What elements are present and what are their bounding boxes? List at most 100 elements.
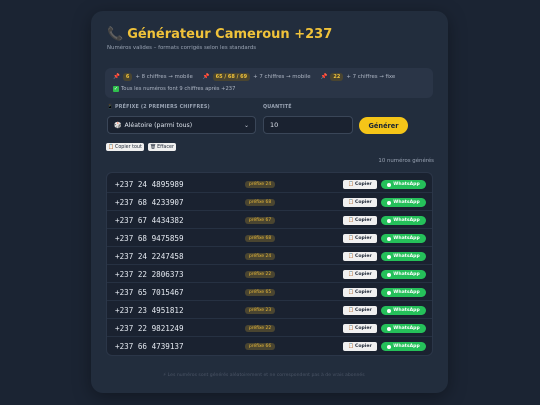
pin-icon: 📌 xyxy=(202,74,210,80)
phone-number: +237 22 2806373 xyxy=(115,270,184,279)
prefix-badge: préfixe 66 xyxy=(245,343,276,350)
whatsapp-icon xyxy=(387,200,392,205)
prefix-badge: préfixe 24 xyxy=(245,181,276,188)
phone-number: +237 65 7015467 xyxy=(115,288,184,297)
page-title: 📞 Générateur Cameroun +237 xyxy=(107,27,333,42)
copy-button[interactable]: 📋 Copier xyxy=(343,252,377,261)
clipboard-icon: 📋 xyxy=(108,144,114,150)
whatsapp-icon xyxy=(387,218,392,223)
prefix-badge: préfixe 22 xyxy=(245,325,276,332)
whatsapp-button[interactable]: WhatsApp xyxy=(381,234,426,243)
whatsapp-button[interactable]: WhatsApp xyxy=(381,288,426,297)
format-text: + 7 chiffres → mobile xyxy=(253,74,311,80)
dice-icon: 🎲 xyxy=(114,121,122,129)
whatsapp-icon xyxy=(387,308,392,313)
prefix-select[interactable]: 🎲 Aléatoire (parmi tous) ⌄ xyxy=(107,116,256,134)
table-row: +237 22 2806373 préfixe 22 📋 Copier Whats… xyxy=(107,265,432,283)
table-row: +237 67 4434382 préfixe 67 📋 Copier Whats… xyxy=(107,211,432,229)
format-text: + 7 chiffres → fixe xyxy=(346,74,396,80)
checkmark-icon: ✓ xyxy=(113,86,119,92)
table-row: +237 65 7015467 préfixe 65 📋 Copier Whats… xyxy=(107,283,432,301)
copy-button[interactable]: 📋 Copier xyxy=(343,288,377,297)
whatsapp-button[interactable]: WhatsApp xyxy=(381,216,426,225)
phone-icon: 📞 xyxy=(107,27,124,42)
table-row: +237 23 4951812 préfixe 23 📋 Copier Whats… xyxy=(107,301,432,319)
format-badge: 6 xyxy=(122,73,133,81)
clear-button[interactable]: 🗑 Effacer xyxy=(148,143,176,151)
whatsapp-icon xyxy=(387,182,392,187)
clipboard-icon: 📋 xyxy=(348,272,354,277)
prefix-badge: préfixe 67 xyxy=(245,217,276,224)
phone-number: +237 66 4739137 xyxy=(115,342,184,351)
copy-button[interactable]: 📋 Copier xyxy=(343,216,377,225)
page-subtitle: Numéros valides – formats corrigés selon… xyxy=(107,45,257,51)
chevron-down-icon: ⌄ xyxy=(243,122,249,129)
whatsapp-button[interactable]: WhatsApp xyxy=(381,270,426,279)
generate-button[interactable]: Générer xyxy=(359,117,408,134)
format-note: ✓ Tous les numéros font 9 chiffres après … xyxy=(113,86,236,92)
format-group: 📌 6 + 8 chiffres → mobile xyxy=(113,73,193,81)
prefix-badge: préfixe 68 xyxy=(245,235,276,242)
clipboard-icon: 📋 xyxy=(348,236,354,241)
generated-count: 10 numéros générés xyxy=(378,158,434,164)
clipboard-icon: 📋 xyxy=(348,344,354,349)
copy-button[interactable]: 📋 Copier xyxy=(343,342,377,351)
format-badge: 65 / 68 / 69 xyxy=(212,73,251,81)
copy-all-button[interactable]: 📋 Copier tout xyxy=(106,143,144,151)
copy-button[interactable]: 📋 Copier xyxy=(343,180,377,189)
clipboard-icon: 📋 xyxy=(348,326,354,331)
whatsapp-button[interactable]: WhatsApp xyxy=(381,180,426,189)
table-row: +237 68 9475859 préfixe 68 📋 Copier Whats… xyxy=(107,229,432,247)
prefix-badge: préfixe 22 xyxy=(245,271,276,278)
format-text: + 8 chiffres → mobile xyxy=(135,74,193,80)
whatsapp-button[interactable]: WhatsApp xyxy=(381,342,426,351)
clipboard-icon: 📋 xyxy=(348,308,354,313)
table-row: +237 68 4233907 préfixe 68 📋 Copier Whats… xyxy=(107,193,432,211)
copy-button[interactable]: 📋 Copier xyxy=(343,306,377,315)
quantity-input[interactable]: 10 xyxy=(263,116,353,134)
whatsapp-button[interactable]: WhatsApp xyxy=(381,306,426,315)
clipboard-icon: 📋 xyxy=(348,182,354,187)
prefix-badge: préfixe 23 xyxy=(245,307,276,314)
copy-button[interactable]: 📋 Copier xyxy=(343,270,377,279)
format-group: 📌 22 + 7 chiffres → fixe xyxy=(320,73,396,81)
whatsapp-button[interactable]: WhatsApp xyxy=(381,324,426,333)
format-badge: 22 xyxy=(330,73,344,81)
phone-number: +237 68 9475859 xyxy=(115,234,184,243)
quantity-label: QUANTITÉ xyxy=(263,105,292,110)
table-row: +237 24 4895989 préfixe 24 📋 Copier Whats… xyxy=(107,175,432,193)
copy-button[interactable]: 📋 Copier xyxy=(343,324,377,333)
prefix-badge: préfixe 65 xyxy=(245,289,276,296)
clipboard-icon: 📋 xyxy=(348,254,354,259)
whatsapp-icon xyxy=(387,326,392,331)
prefix-select-value: Aléatoire (parmi tous) xyxy=(124,121,193,129)
prefix-badge: préfixe 68 xyxy=(245,199,276,206)
pin-icon: 📌 xyxy=(320,74,328,80)
format-group: 📌 65 / 68 / 69 + 7 chiffres → mobile xyxy=(203,73,311,81)
whatsapp-icon xyxy=(387,272,392,277)
prefix-badge: préfixe 24 xyxy=(245,253,276,260)
whatsapp-icon xyxy=(387,344,392,349)
clipboard-icon: 📋 xyxy=(348,200,354,205)
clipboard-icon: 📋 xyxy=(348,290,354,295)
phone-number: +237 67 4434382 xyxy=(115,216,184,225)
phone-number: +237 23 4951812 xyxy=(115,306,184,315)
format-info-row: 📌 6 + 8 chiffres → mobile 📌 65 / 68 / 69… xyxy=(113,73,401,81)
table-row: +237 22 9821249 préfixe 22 📋 Copier Whats… xyxy=(107,319,432,337)
copy-button[interactable]: 📋 Copier xyxy=(343,234,377,243)
phone-number: +237 68 4233907 xyxy=(115,198,184,207)
pin-icon: 📌 xyxy=(113,74,120,80)
phone-number: +237 24 4895989 xyxy=(115,180,184,189)
whatsapp-button[interactable]: WhatsApp xyxy=(381,252,426,261)
clipboard-icon: 📋 xyxy=(348,218,354,223)
footer-disclaimer: ⚡ Les numéros sont générés aléatoirement… xyxy=(163,373,365,378)
whatsapp-icon xyxy=(387,254,392,259)
whatsapp-icon xyxy=(387,290,392,295)
phone-number: +237 24 2247458 xyxy=(115,252,184,261)
whatsapp-button[interactable]: WhatsApp xyxy=(381,198,426,207)
prefix-label: 📱 PRÉFIXE (2 PREMIERS CHIFFRES) xyxy=(107,105,210,110)
copy-button[interactable]: 📋 Copier xyxy=(343,198,377,207)
whatsapp-icon xyxy=(387,236,392,241)
trash-icon: 🗑 xyxy=(150,144,157,150)
table-row: +237 24 2247458 préfixe 24 📋 Copier Whats… xyxy=(107,247,432,265)
